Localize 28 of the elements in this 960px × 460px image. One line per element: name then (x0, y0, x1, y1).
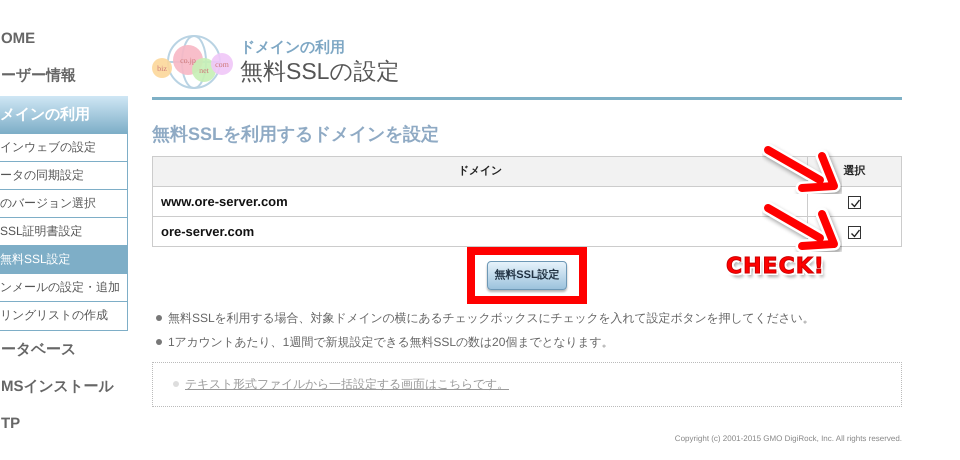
sidebar-item[interactable]: ーザー情報 (0, 57, 128, 94)
bullet-icon (156, 339, 162, 346)
bullet-icon (156, 315, 162, 322)
page-category: ドメインの利用 (240, 38, 346, 56)
domain-cell: ore-server.com (152, 216, 808, 246)
sidebar-subitem[interactable]: リングリストの作成 (0, 302, 127, 330)
sidebar-subitem[interactable]: ータの同期設定 (0, 162, 127, 190)
page-title: 無料SSLの設定 (240, 56, 400, 84)
copyright-text: Copyright (c) 2001-2015 GMO DigiRock, Inc. All rights reserved. (674, 432, 902, 444)
sidebar-subitem[interactable]: インウェブの設定 (0, 134, 127, 162)
section-title: 無料SSLを利用するドメインを設定 (152, 123, 440, 146)
sidebar-item[interactable]: MSインストール (0, 368, 128, 405)
globe-logo-drawing: biz co.jp net com (152, 34, 236, 90)
column-header: ドメイン (152, 156, 808, 186)
note-text: 無料SSLを利用する場合、対象ドメインの横にあるチェックボックスにチェックを入れて設定ボタンを押してください。 (168, 310, 815, 324)
sidebar-subitem[interactable]: ンメールの設定・追加 (0, 274, 127, 302)
bulk-setup-link[interactable]: テキスト形式ファイルから一括設定する画面はこちらです。 (185, 376, 509, 390)
annotation-text: CHECK! (726, 253, 825, 281)
sidebar-subitem[interactable]: のバージョン選択 (0, 190, 127, 218)
sidebar-item[interactable]: OME (0, 20, 128, 57)
checkbox[interactable] (848, 226, 861, 239)
checkbox[interactable] (848, 196, 861, 209)
note-text: 1アカウントあたり、1週間で新規設定できる無料SSLの数は20個までとなります。 (168, 334, 614, 348)
bullet-icon (173, 381, 179, 388)
domain-cell: www.ore-server.com (152, 186, 808, 216)
submit-button[interactable]: 無料SSL設定 (487, 261, 567, 290)
sidebar-item[interactable]: ータベース (0, 331, 128, 368)
sidebar-item[interactable]: TP (0, 405, 128, 442)
